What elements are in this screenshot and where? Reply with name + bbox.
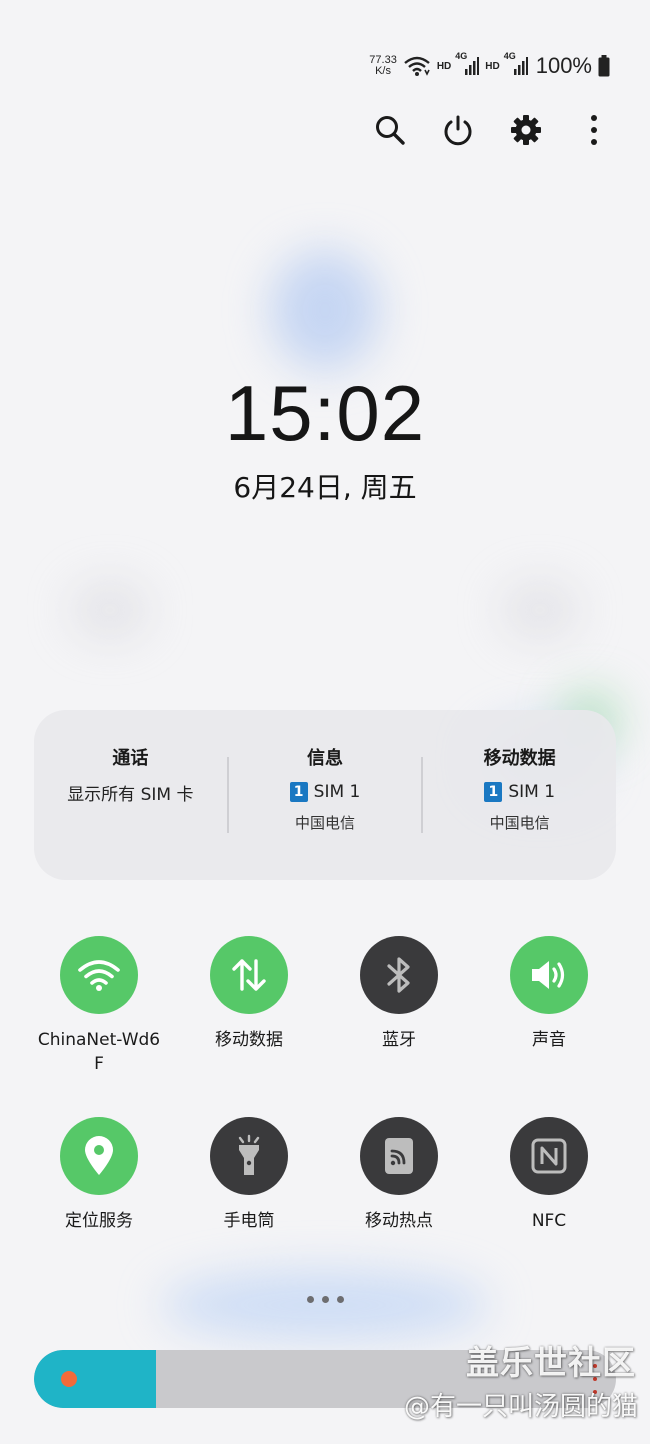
tile-location-toggle[interactable] [60,1117,138,1195]
network-speed-unit: K/s [375,65,391,77]
wifi-icon [78,960,120,991]
hotspot-icon [385,1138,413,1174]
tile-bluetooth[interactable]: 蓝牙 [329,936,469,1052]
brightness-sun-icon [59,1369,79,1389]
tile-nfc-toggle[interactable] [510,1117,588,1195]
background-blob [270,250,380,370]
tile-location[interactable]: 定位服务 [29,1117,169,1233]
tile-nfc[interactable]: NFC [479,1117,619,1233]
background-blob [160,1270,490,1340]
tile-mobile-data-label: 移动数据 [215,1030,283,1050]
flashlight-icon [238,1134,260,1175]
nfc-icon [531,1138,567,1174]
sim-messages-setting[interactable]: 信息 1 SIM 1 中国电信 [229,745,422,845]
sim-mobile-data-carrier: 中国电信 [489,814,550,832]
search-button[interactable] [372,108,408,152]
search-icon [376,116,405,145]
watermark-title: 盖乐世社区 [466,1343,636,1382]
status-bar: 77.33 K/s HD 4G HD 4G 100% [369,50,610,82]
volume-icon [532,961,565,989]
sim-messages-value: 1 SIM 1 [289,779,360,805]
tile-hotspot[interactable]: 移动热点 [329,1117,469,1233]
sim-mobile-data-value: 1 SIM 1 [484,779,555,805]
page-dot [321,1296,329,1303]
sim-messages-title: 信息 [307,748,343,769]
sim-messages-carrier: 中国电信 [295,814,356,832]
sim-call-value: 显示所有 SIM 卡 [67,784,194,805]
tile-location-label: 定位服务 [65,1211,133,1231]
page-dot [336,1296,344,1303]
battery-icon [598,55,610,77]
tile-flashlight-toggle[interactable] [210,1117,288,1195]
signal-type-label: 4G [455,51,468,61]
settings-button[interactable] [508,108,544,152]
sim-card-manager-panel: 通话 显示所有 SIM 卡 信息 1 SIM 1 中国电信 移动数据 1 SIM… [34,710,616,880]
tile-hotspot-toggle[interactable] [360,1117,438,1195]
watermark-user: @有一只叫汤圆的猫 [403,1392,638,1422]
signal-icon: 4G [504,51,528,77]
tile-sound-label: 声音 [532,1030,566,1050]
tile-sound-toggle[interactable] [510,936,588,1014]
tile-hotspot-label: 移动热点 [365,1211,433,1231]
clock-time[interactable]: 15:02 [0,368,650,459]
page-dot [306,1296,314,1303]
mobile-data-arrows-icon [232,959,266,991]
tile-wifi-toggle[interactable] [60,936,138,1014]
sim-badge-icon: 1 [289,782,308,802]
page-indicator[interactable] [0,1296,650,1303]
sim-call-title: 通话 [112,748,149,769]
power-button[interactable] [440,108,476,152]
brightness-slider-fill [34,1350,157,1408]
wifi-icon [403,55,431,77]
tile-mobile-data[interactable]: 移动数据 [179,936,319,1052]
signal-type-label: 4G [503,51,516,61]
tile-sound[interactable]: 声音 [479,936,619,1052]
sim-call-setting[interactable]: 通话 显示所有 SIM 卡 [34,745,227,845]
background-blob [70,580,150,640]
tile-flashlight[interactable]: 手电筒 [179,1117,319,1233]
settings-icon [511,115,541,145]
hd-voice-indicator: HD [485,60,500,72]
location-pin-icon [85,1136,113,1175]
top-action-row [372,108,612,152]
background-blob [500,580,580,640]
clock-date[interactable]: 6月24日, 周五 [0,466,650,506]
hd-voice-indicator: HD [436,60,452,72]
more-vertical-icon [591,115,597,145]
tile-wifi[interactable]: ChinaNet-Wd6F [29,936,169,1076]
power-icon [444,115,472,146]
tile-nfc-label: NFC [531,1211,567,1231]
sim-badge-icon: 1 [484,782,503,802]
signal-icon: 4G [455,51,480,77]
sim-mobile-data-setting[interactable]: 移动数据 1 SIM 1 中国电信 [423,745,616,845]
network-speed: 77.33 K/s [369,55,397,77]
tile-bluetooth-label: 蓝牙 [382,1030,416,1050]
tile-mobile-data-toggle[interactable] [210,936,288,1014]
more-options-button[interactable] [576,108,612,152]
sim-mobile-data-title: 移动数据 [483,748,556,769]
tile-flashlight-label: 手电筒 [223,1211,275,1231]
battery-percent: 100% [535,53,592,78]
tile-bluetooth-toggle[interactable] [360,936,438,1014]
bluetooth-icon [387,957,410,993]
tile-wifi-label: ChinaNet-Wd6F [37,1030,161,1074]
